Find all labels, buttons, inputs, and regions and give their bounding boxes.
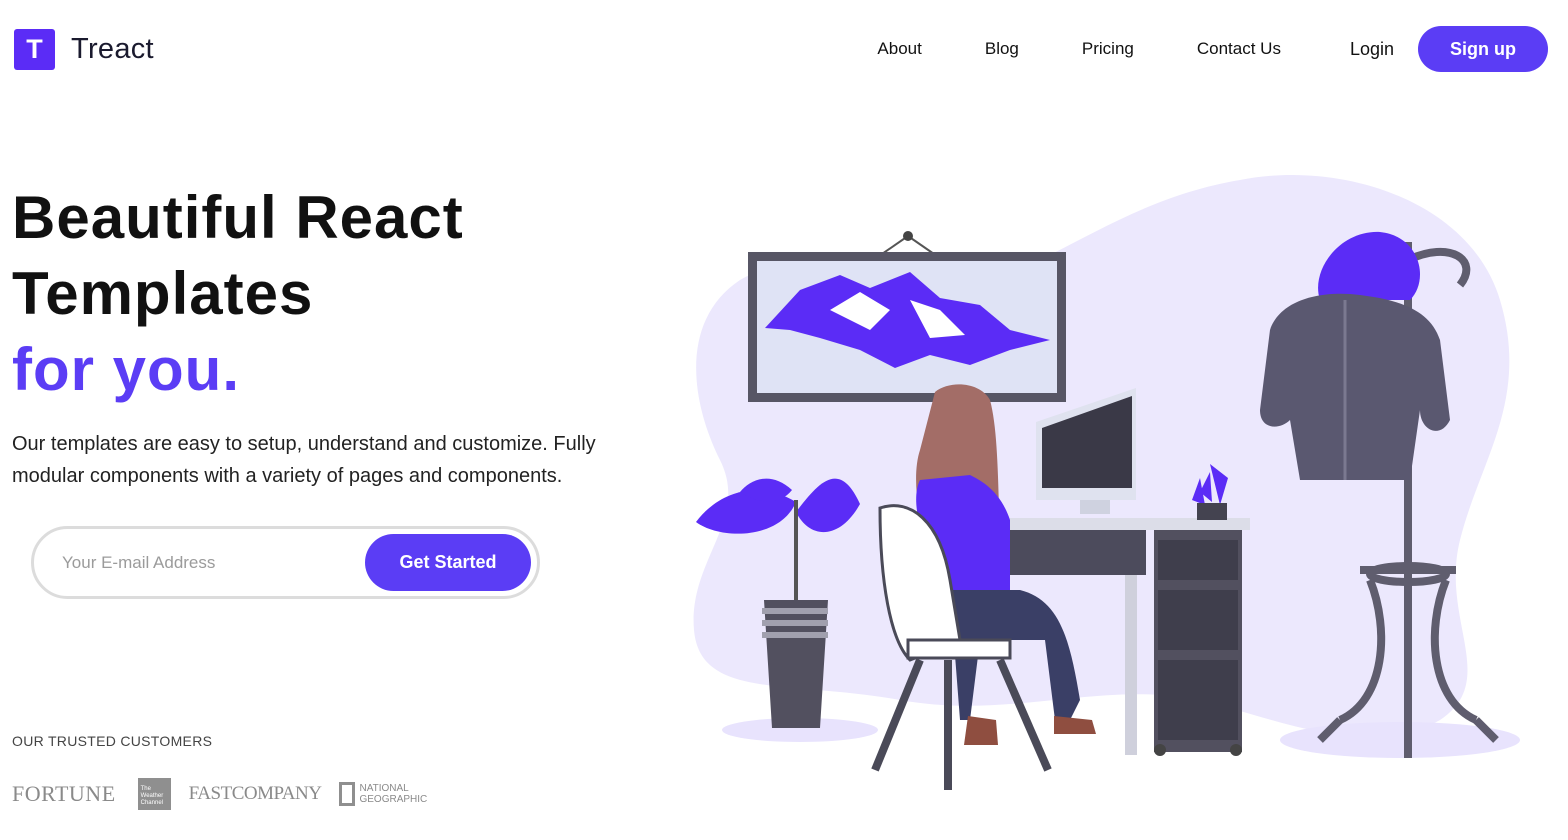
fast-company-logo: FASTCOMPANY <box>188 783 322 804</box>
framed-mountain-picture <box>748 231 1066 402</box>
hero-title-line1: Beautiful React <box>12 184 464 251</box>
site-header: T Treact About Blog Pricing Contact Us L… <box>0 0 1568 100</box>
get-started-button[interactable]: Get Started <box>365 534 531 591</box>
nav-link-pricing[interactable]: Pricing <box>1082 39 1134 59</box>
nav-link-blog[interactable]: Blog <box>985 39 1019 59</box>
nav-link-about[interactable]: About <box>877 39 921 59</box>
hero-title-accent: for you. <box>12 336 240 403</box>
brand-name: Treact <box>71 33 154 65</box>
hero-illustration <box>693 175 1520 790</box>
national-geographic-logo: NATIONAL GEOGRAPHIC <box>339 782 429 806</box>
natgeo-logo-text: NATIONAL GEOGRAPHIC <box>359 783 428 805</box>
customer-logos: FORTUNE The Weather Channel FASTCOMPANY … <box>12 776 429 812</box>
hero-title: Beautiful React Templates for you. <box>12 180 652 408</box>
natgeo-frame-icon <box>339 782 356 806</box>
nav-link-contact[interactable]: Contact Us <box>1197 39 1281 59</box>
hero-description: Our templates are easy to setup, underst… <box>12 433 596 487</box>
logo-mark-icon: T <box>14 29 55 70</box>
email-input[interactable] <box>62 549 362 577</box>
email-signup-form: Get Started <box>31 526 540 599</box>
main-nav: About Blog Pricing Contact Us Login Sign… <box>877 26 1548 72</box>
signup-button[interactable]: Sign up <box>1418 26 1548 72</box>
login-link[interactable]: Login <box>1350 39 1394 60</box>
fortune-logo: FORTUNE <box>12 781 116 806</box>
hero-heading-block: Beautiful React Templates for you. <box>12 180 652 408</box>
trusted-customers-label: OUR TRUSTED CUSTOMERS <box>12 733 213 749</box>
brand-logo[interactable]: T Treact <box>14 29 154 70</box>
hero-title-line2: Templates <box>12 260 314 327</box>
weather-channel-logo: The Weather Channel <box>137 778 171 810</box>
